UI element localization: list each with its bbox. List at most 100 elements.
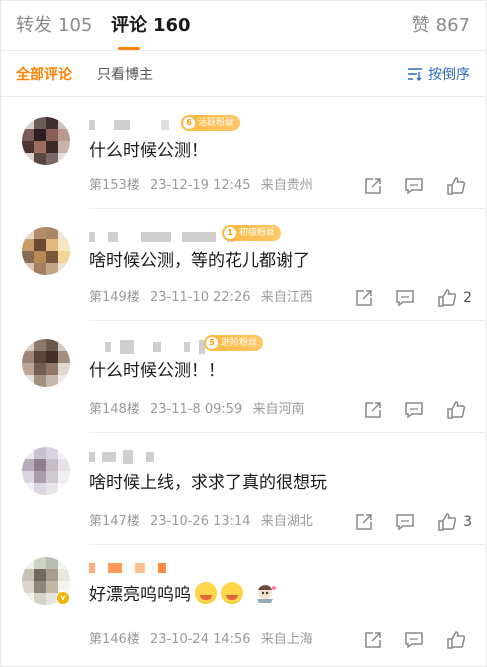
comment-item: 1 初级粉丝 啥时候公测，等的花儿都谢了 第149楼 23-11-10 22:26… (1, 209, 487, 321)
comment-text: 好漂亮呜呜呜 (89, 582, 279, 606)
tab-repost-count: 105 (58, 15, 93, 36)
comment-actions: 3 (333, 511, 472, 533)
comment-text: 什么时候公测！ (89, 141, 208, 161)
comment-text: 啥时候上线，求求了真的很想玩 (89, 473, 327, 493)
comment-time: 23-10-26 13:14 (149, 514, 251, 529)
username-masked[interactable] (89, 340, 205, 354)
comment-meta: 第149楼 23-11-10 22:26 来自江西 (89, 289, 313, 307)
sort-icon (408, 68, 422, 81)
comment-actions (342, 175, 472, 197)
comment-text-body: 好漂亮呜呜呜 (89, 585, 191, 605)
share-button[interactable] (364, 401, 382, 419)
share-button[interactable] (364, 177, 382, 195)
comment-item: v 好漂亮呜呜呜 第146楼 23-10-24 14:56 来自上海 (1, 545, 487, 667)
comment-text: 啥时候公测，等的花儿都谢了 (89, 251, 310, 271)
tab-comment-label: 评论 (111, 15, 147, 36)
floor-number: 第153楼 (89, 178, 140, 193)
thumb-up-icon (438, 513, 457, 531)
avatar[interactable] (22, 117, 70, 165)
fan-level: 6 (183, 117, 195, 129)
comment-item: 5 进阶粉丝 什么时候公测！！ 第148楼 23-11-8 09:59 来自河南 (1, 321, 487, 433)
like-button[interactable]: 2 (437, 288, 472, 308)
filter-owner-only[interactable]: 只看博主 (97, 66, 153, 84)
tab-bar: 转发 105 评论 160 赞 867 (1, 1, 487, 51)
share-icon (356, 514, 372, 530)
comment-actions (342, 399, 472, 421)
comment-time: 23-11-8 09:59 (149, 402, 243, 417)
share-icon (356, 290, 372, 306)
floor-number: 第146楼 (89, 632, 140, 647)
like-button[interactable] (446, 176, 472, 196)
fan-badge: 1 初级粉丝 (222, 225, 282, 241)
thumb-up-icon (438, 289, 457, 307)
comment-location: 来自贵州 (260, 178, 313, 193)
avatar[interactable] (22, 339, 70, 387)
reply-button[interactable] (404, 177, 424, 195)
thumb-up-icon (447, 401, 466, 419)
comment-location: 来自上海 (260, 632, 313, 647)
like-button[interactable] (446, 400, 472, 420)
comment-meta: 第153楼 23-12-19 12:45 来自贵州 (89, 177, 313, 195)
share-button[interactable] (355, 289, 373, 307)
tab-repost[interactable]: 转发 105 (16, 14, 92, 38)
floor-number: 第148楼 (89, 402, 140, 417)
comment-meta: 第147楼 23-10-26 13:14 来自湖北 (89, 513, 313, 531)
smiling-face-with-hearts-icon (195, 582, 217, 604)
like-count: 2 (463, 290, 472, 306)
tab-comment-count: 160 (153, 15, 191, 36)
comment-icon (405, 402, 423, 419)
share-icon (365, 632, 381, 648)
like-button[interactable] (446, 630, 472, 650)
username-masked[interactable] (89, 230, 235, 244)
fan-level: 1 (224, 227, 236, 239)
comment-location: 来自河南 (252, 402, 305, 417)
comment-item: 啥时候上线，求求了真的很想玩 第147楼 23-10-26 13:14 来自湖北… (1, 433, 487, 545)
comment-time: 23-10-24 14:56 (149, 632, 251, 647)
fan-badge: 6 活跃粉丝 (181, 115, 241, 131)
share-button[interactable] (364, 631, 382, 649)
smiling-face-with-hearts-icon (221, 582, 243, 604)
filter-all-comments[interactable]: 全部评论 (16, 66, 72, 84)
comment-icon (396, 290, 414, 307)
active-tab-indicator (118, 47, 140, 50)
like-button[interactable]: 3 (437, 512, 472, 532)
comment-actions (342, 629, 472, 651)
username-masked[interactable] (89, 561, 166, 575)
tab-repost-label: 转发 (16, 15, 52, 36)
reply-button[interactable] (404, 401, 424, 419)
username-masked[interactable] (89, 118, 169, 132)
filter-bar: 全部评论 只看博主 按倒序 (1, 51, 487, 97)
reply-button[interactable] (404, 631, 424, 649)
fan-label: 进阶粉丝 (221, 338, 258, 348)
avatar[interactable] (22, 447, 70, 495)
comment-actions: 2 (333, 287, 472, 309)
comment-meta: 第146楼 23-10-24 14:56 来自上海 (89, 631, 313, 649)
fan-level: 5 (206, 337, 218, 349)
share-button[interactable] (355, 513, 373, 531)
verified-badge-icon: v (56, 591, 70, 605)
comment-icon (405, 632, 423, 649)
sort-button[interactable]: 按倒序 (407, 64, 470, 84)
comment-text: 什么时候公测！！ (89, 361, 225, 381)
reply-button[interactable] (395, 289, 415, 307)
sort-label: 按倒序 (428, 67, 470, 83)
comment-time: 23-11-10 22:26 (149, 290, 251, 305)
comment-panel: 转发 105 评论 160 赞 867 全部评论 只看博主 按倒序 6 活跃粉丝 什么时… (0, 0, 487, 667)
tab-like[interactable]: 赞 867 (412, 14, 470, 38)
fan-badge: 5 进阶粉丝 (204, 335, 264, 351)
fan-label: 活跃粉丝 (198, 118, 235, 128)
share-icon (365, 402, 381, 418)
fan-label: 初级粉丝 (239, 228, 276, 238)
like-count: 3 (463, 514, 472, 530)
reply-button[interactable] (395, 513, 415, 531)
floor-number: 第149楼 (89, 290, 140, 305)
thumb-up-icon (447, 631, 466, 649)
username-masked[interactable] (89, 450, 154, 464)
avatar[interactable] (22, 227, 70, 275)
comment-location: 来自江西 (260, 290, 313, 305)
comment-location: 来自湖北 (260, 514, 313, 529)
comment-meta: 第148楼 23-11-8 09:59 来自河南 (89, 401, 304, 419)
thumb-up-icon (447, 177, 466, 195)
tab-like-count: 867 (435, 15, 470, 36)
floor-number: 第147楼 (89, 514, 140, 529)
